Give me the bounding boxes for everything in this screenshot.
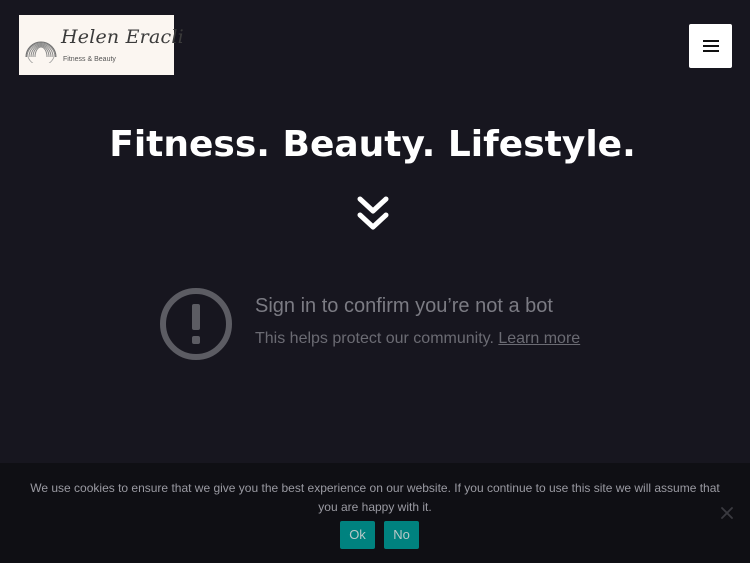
cookie-ok-button[interactable]: Ok	[340, 521, 375, 549]
logo-name: Helen Eracli	[61, 26, 184, 48]
bot-notice-subtitle: This helps protect our community. Learn …	[255, 330, 580, 348]
cookie-message: We use cookies to ensure that we give yo…	[30, 481, 720, 514]
site-logo[interactable]: Helen Eracli Fitness & Beauty	[19, 15, 184, 75]
cookie-consent-bar: We use cookies to ensure that we give yo…	[0, 463, 750, 563]
cookie-no-button[interactable]: No	[384, 521, 419, 549]
double-chevron-down-icon[interactable]	[357, 196, 389, 234]
menu-button[interactable]	[689, 24, 732, 68]
hero-headline: Fitness. Beauty. Lifestyle.	[109, 124, 636, 165]
bot-notice-title: Sign in to confirm you’re not a bot	[255, 295, 553, 317]
hamburger-menu-icon	[702, 40, 719, 52]
page: Helen Eracli Fitness & Beauty Fitness. B…	[0, 0, 750, 563]
logo-tagline: Fitness & Beauty	[63, 56, 116, 63]
close-icon[interactable]	[720, 506, 734, 520]
logo-arcs-icon	[25, 41, 57, 63]
bot-notice-subtitle-text: This helps protect our community.	[255, 330, 494, 347]
exclamation-circle-icon	[160, 288, 232, 360]
learn-more-link[interactable]: Learn more	[498, 330, 580, 347]
